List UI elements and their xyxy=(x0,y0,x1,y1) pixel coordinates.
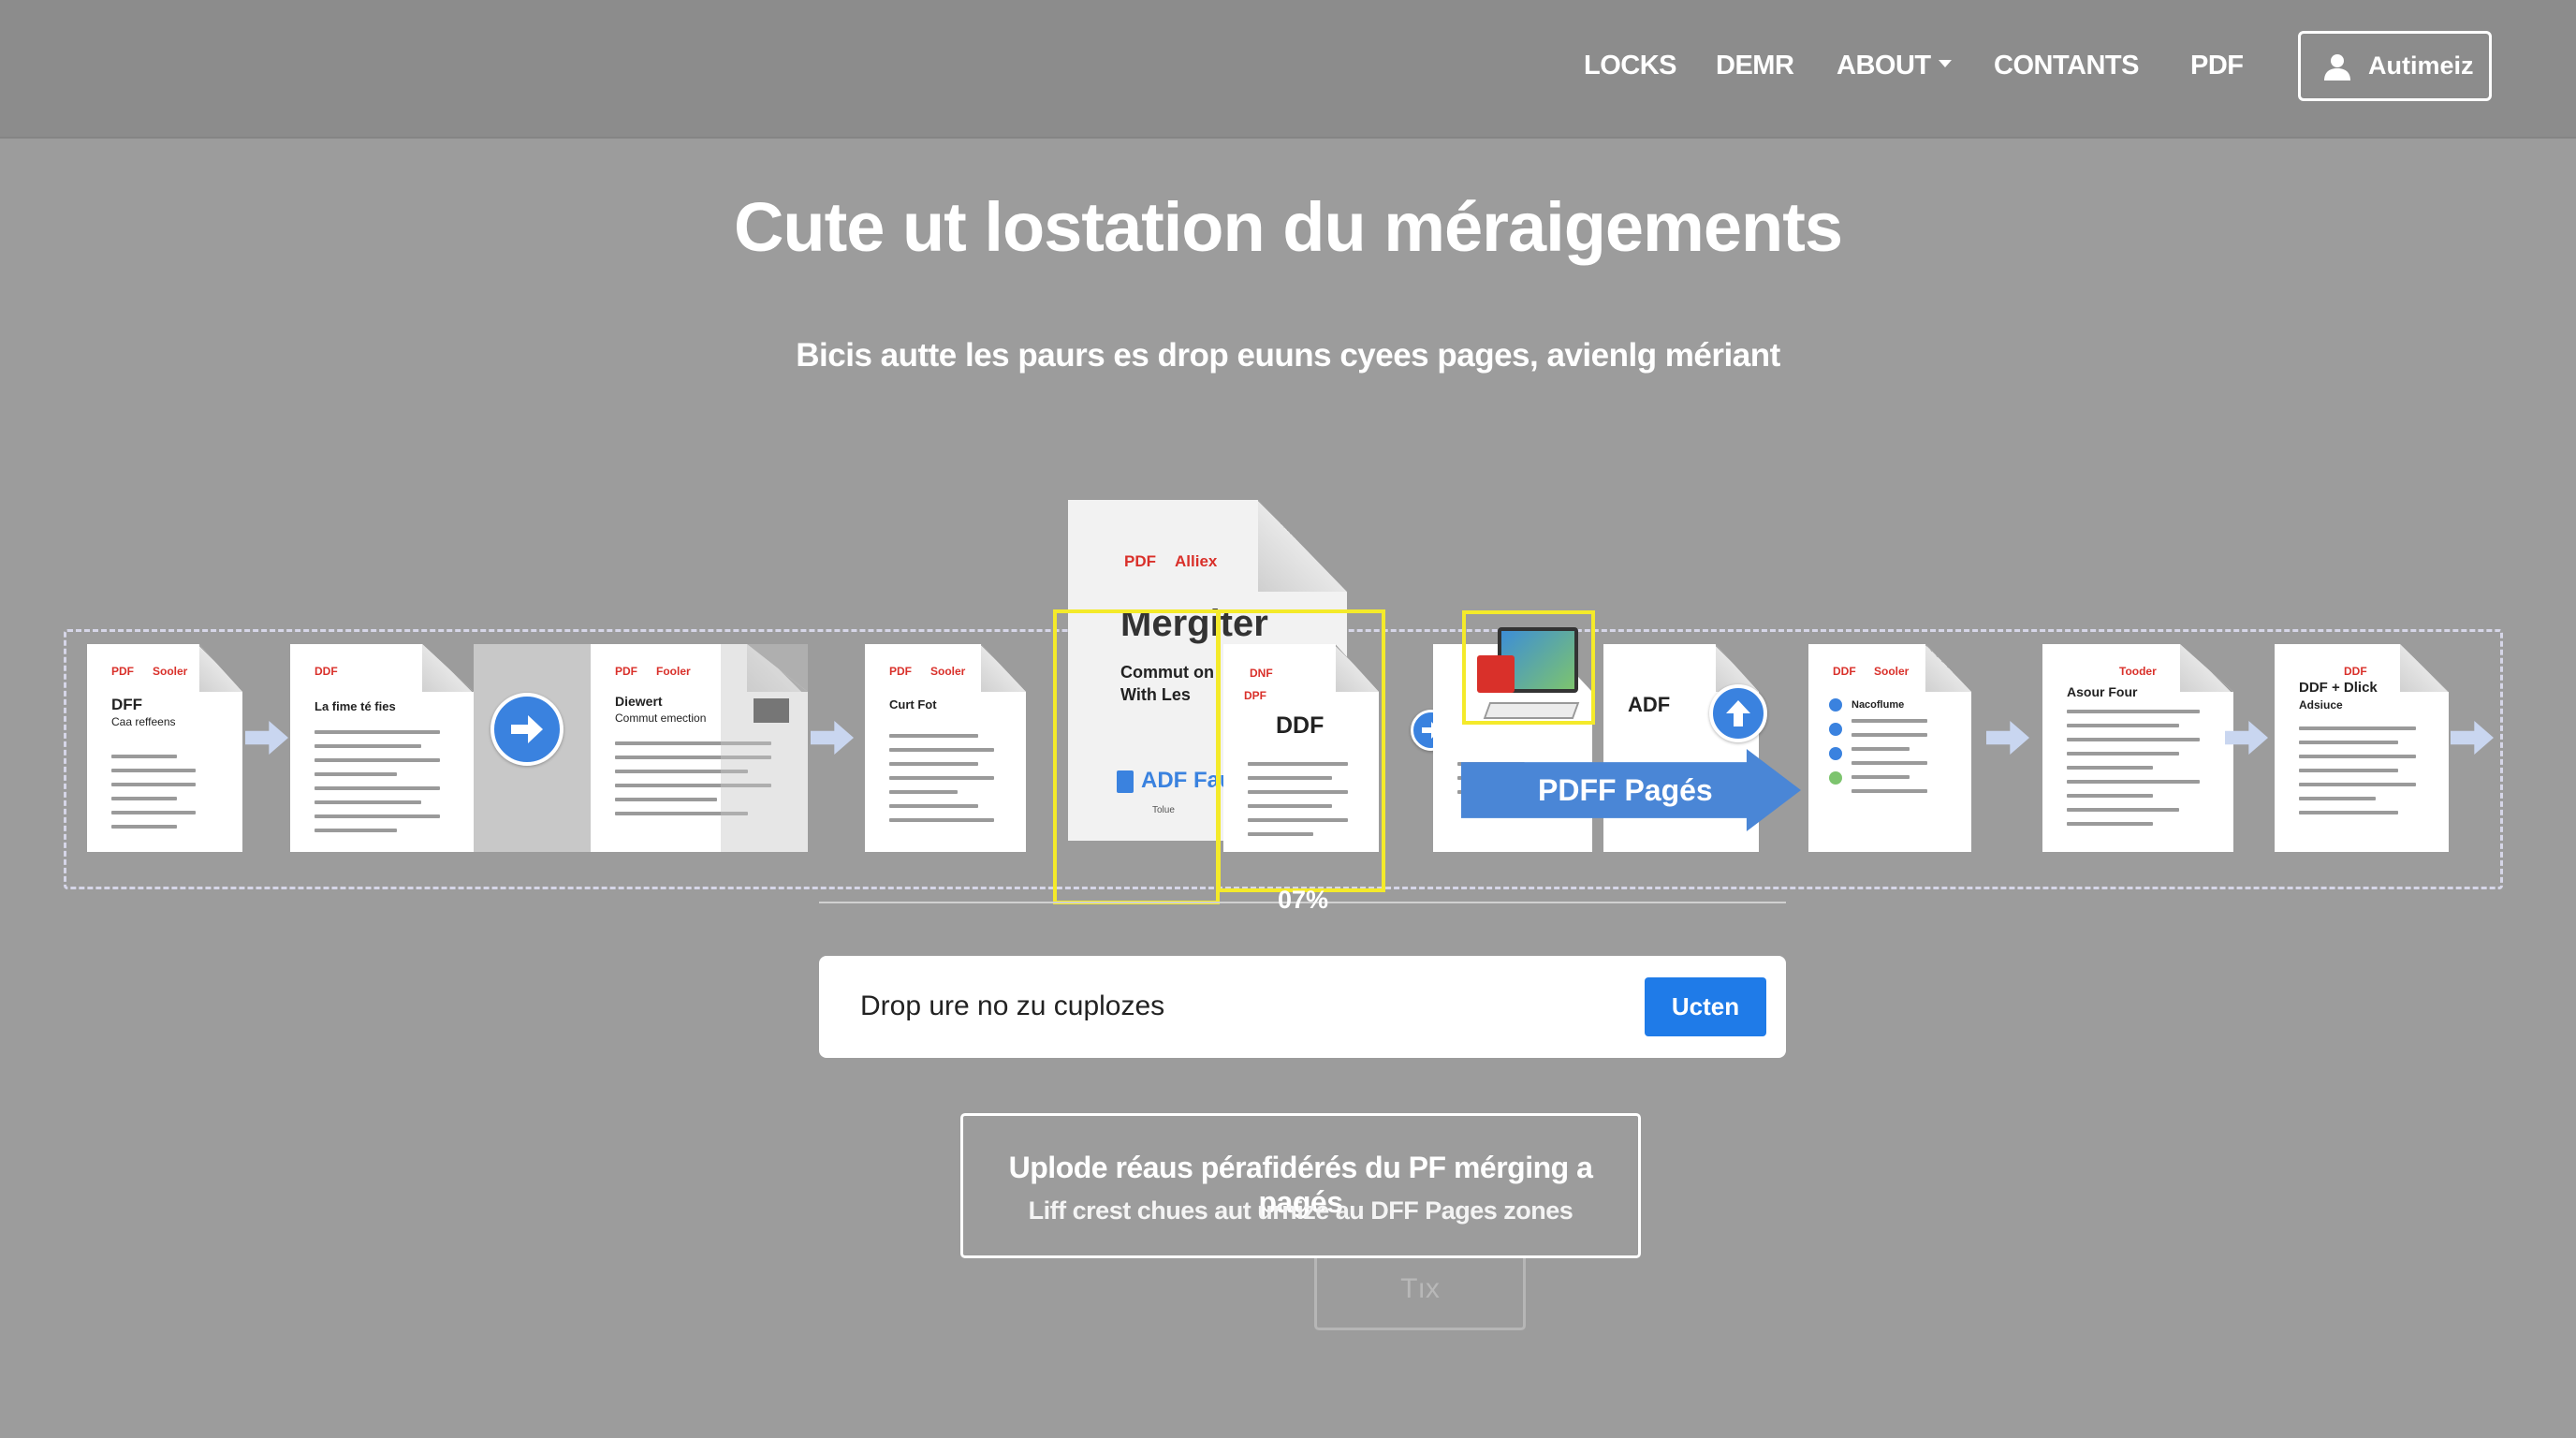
main-nav: LOCKS DEMR ABOUT CONTANTS PDF xyxy=(0,0,2576,131)
move-up-button[interactable] xyxy=(1709,684,1767,742)
upload-button[interactable]: Ucten xyxy=(1645,977,1766,1036)
page-heading: ADF xyxy=(1628,693,1671,716)
drop-position-highlight xyxy=(1217,609,1385,892)
page-heading: La fime té fies xyxy=(315,699,396,713)
page-tag-secondary: Fooler xyxy=(656,665,691,678)
page-heading: Diewert Commut emection xyxy=(615,693,706,726)
drag-target-highlight xyxy=(1053,609,1220,904)
page-tag: PDF xyxy=(1124,552,1156,570)
page-heading: Nacoflume xyxy=(1852,699,1905,711)
account-button[interactable]: Autimeiz xyxy=(2298,31,2492,101)
page-text-lines xyxy=(315,730,451,843)
progress-percentage: 07% xyxy=(1278,886,1329,914)
page-title: Cute ut lostation du méraigements xyxy=(733,188,1843,266)
top-navigation-bar: LOCKS DEMR ABOUT CONTANTS PDF Autimeiz xyxy=(0,0,2576,139)
page-tag: PDF xyxy=(111,665,134,678)
page-tag: PDF xyxy=(889,665,912,678)
page-heading-line: Adsiuce xyxy=(2299,698,2343,712)
page-heading-line: Commut emection xyxy=(615,712,707,725)
upload-info-box[interactable]: Uplode réaus pérafidérés du PF mérging a… xyxy=(960,1113,1641,1258)
page-heading-line: Caa reffeens xyxy=(111,715,176,728)
page-text-lines xyxy=(2067,710,2211,836)
nav-link-about[interactable]: ABOUT xyxy=(1837,51,1952,81)
page-heading: DFF Caa reffeens xyxy=(111,697,176,730)
upload-input[interactable] xyxy=(860,982,1497,1031)
page-text-lines xyxy=(2299,726,2426,825)
page-tag: DDF xyxy=(315,665,338,678)
page-text-lines xyxy=(1852,719,1949,803)
page-tag-secondary: Alliex xyxy=(1175,552,1218,570)
page-heading-line: DFF xyxy=(111,696,143,713)
pdf-page-thumbnail[interactable]: Tooder Asour Four xyxy=(2042,644,2233,852)
merge-pages-label: PDFF Pagés xyxy=(1538,772,1713,807)
nav-link-locks[interactable]: LOCKS xyxy=(1584,51,1677,81)
page-tag: DDF xyxy=(1833,665,1856,678)
page-heading-line: DDF + Dlick xyxy=(2299,680,2378,696)
page-subtitle: Bicis autte les paurs es drop euuns cyee… xyxy=(796,337,1780,374)
move-right-button[interactable] xyxy=(490,693,564,766)
arrow-up-icon xyxy=(1726,700,1750,726)
pdf-page-thumbnail[interactable]: PDF Sooler Curt Fot xyxy=(865,644,1026,852)
nav-link-pdf[interactable]: PDF xyxy=(2190,51,2244,81)
page-heading: Curt Fot xyxy=(889,697,937,712)
page-tag-secondary: DDF xyxy=(2344,665,2367,678)
nav-link-demr[interactable]: DEMR xyxy=(1716,51,1794,81)
pdf-page-thumbnail[interactable]: DDF DDF + Dlick Adsiuce xyxy=(2275,644,2449,852)
drop-position-highlight xyxy=(1462,610,1595,725)
user-icon xyxy=(2324,53,2350,81)
pdf-page-thumbnail[interactable]: PDF Sooler DFF Caa reffeens xyxy=(87,644,242,852)
pdf-page-thumbnail[interactable]: DDF Sooler Nacoflume xyxy=(1808,644,1971,852)
nav-link-about-label: ABOUT xyxy=(1837,50,1931,81)
page-fold-corner xyxy=(1257,500,1347,593)
info-description: Liff crest chues aut urnize au DFF Pages… xyxy=(1028,1196,1573,1225)
page-text-lines xyxy=(111,755,220,839)
page-heading: DDF + Dlick Adsiuce xyxy=(2299,680,2378,713)
page-heading-line: Diewert xyxy=(615,694,663,709)
page-tag-secondary: Sooler xyxy=(930,665,966,678)
page-heading: Asour Four xyxy=(2067,684,2138,699)
pdf-page-thumbnail[interactable]: ADF xyxy=(1603,644,1759,852)
page-text-lines xyxy=(889,734,1003,832)
page-tag-secondary: Sooler xyxy=(153,665,188,678)
pdf-page-thumbnail[interactable]: DDF La fime té fies xyxy=(290,644,474,852)
chevron-down-icon xyxy=(1938,59,1952,67)
nav-link-contants[interactable]: CONTANTS xyxy=(1994,51,2139,81)
bullet-icons xyxy=(1829,698,1842,785)
account-button-label: Autimeiz xyxy=(2368,51,2474,80)
upload-bar: Ucten xyxy=(819,956,1786,1058)
drop-gap-panel xyxy=(721,644,808,852)
arrow-right-icon xyxy=(511,715,543,743)
page-tag: PDF xyxy=(615,665,637,678)
page-tag-secondary: Tooder xyxy=(2119,665,2157,678)
page-tag-secondary: Sooler xyxy=(1874,665,1910,678)
